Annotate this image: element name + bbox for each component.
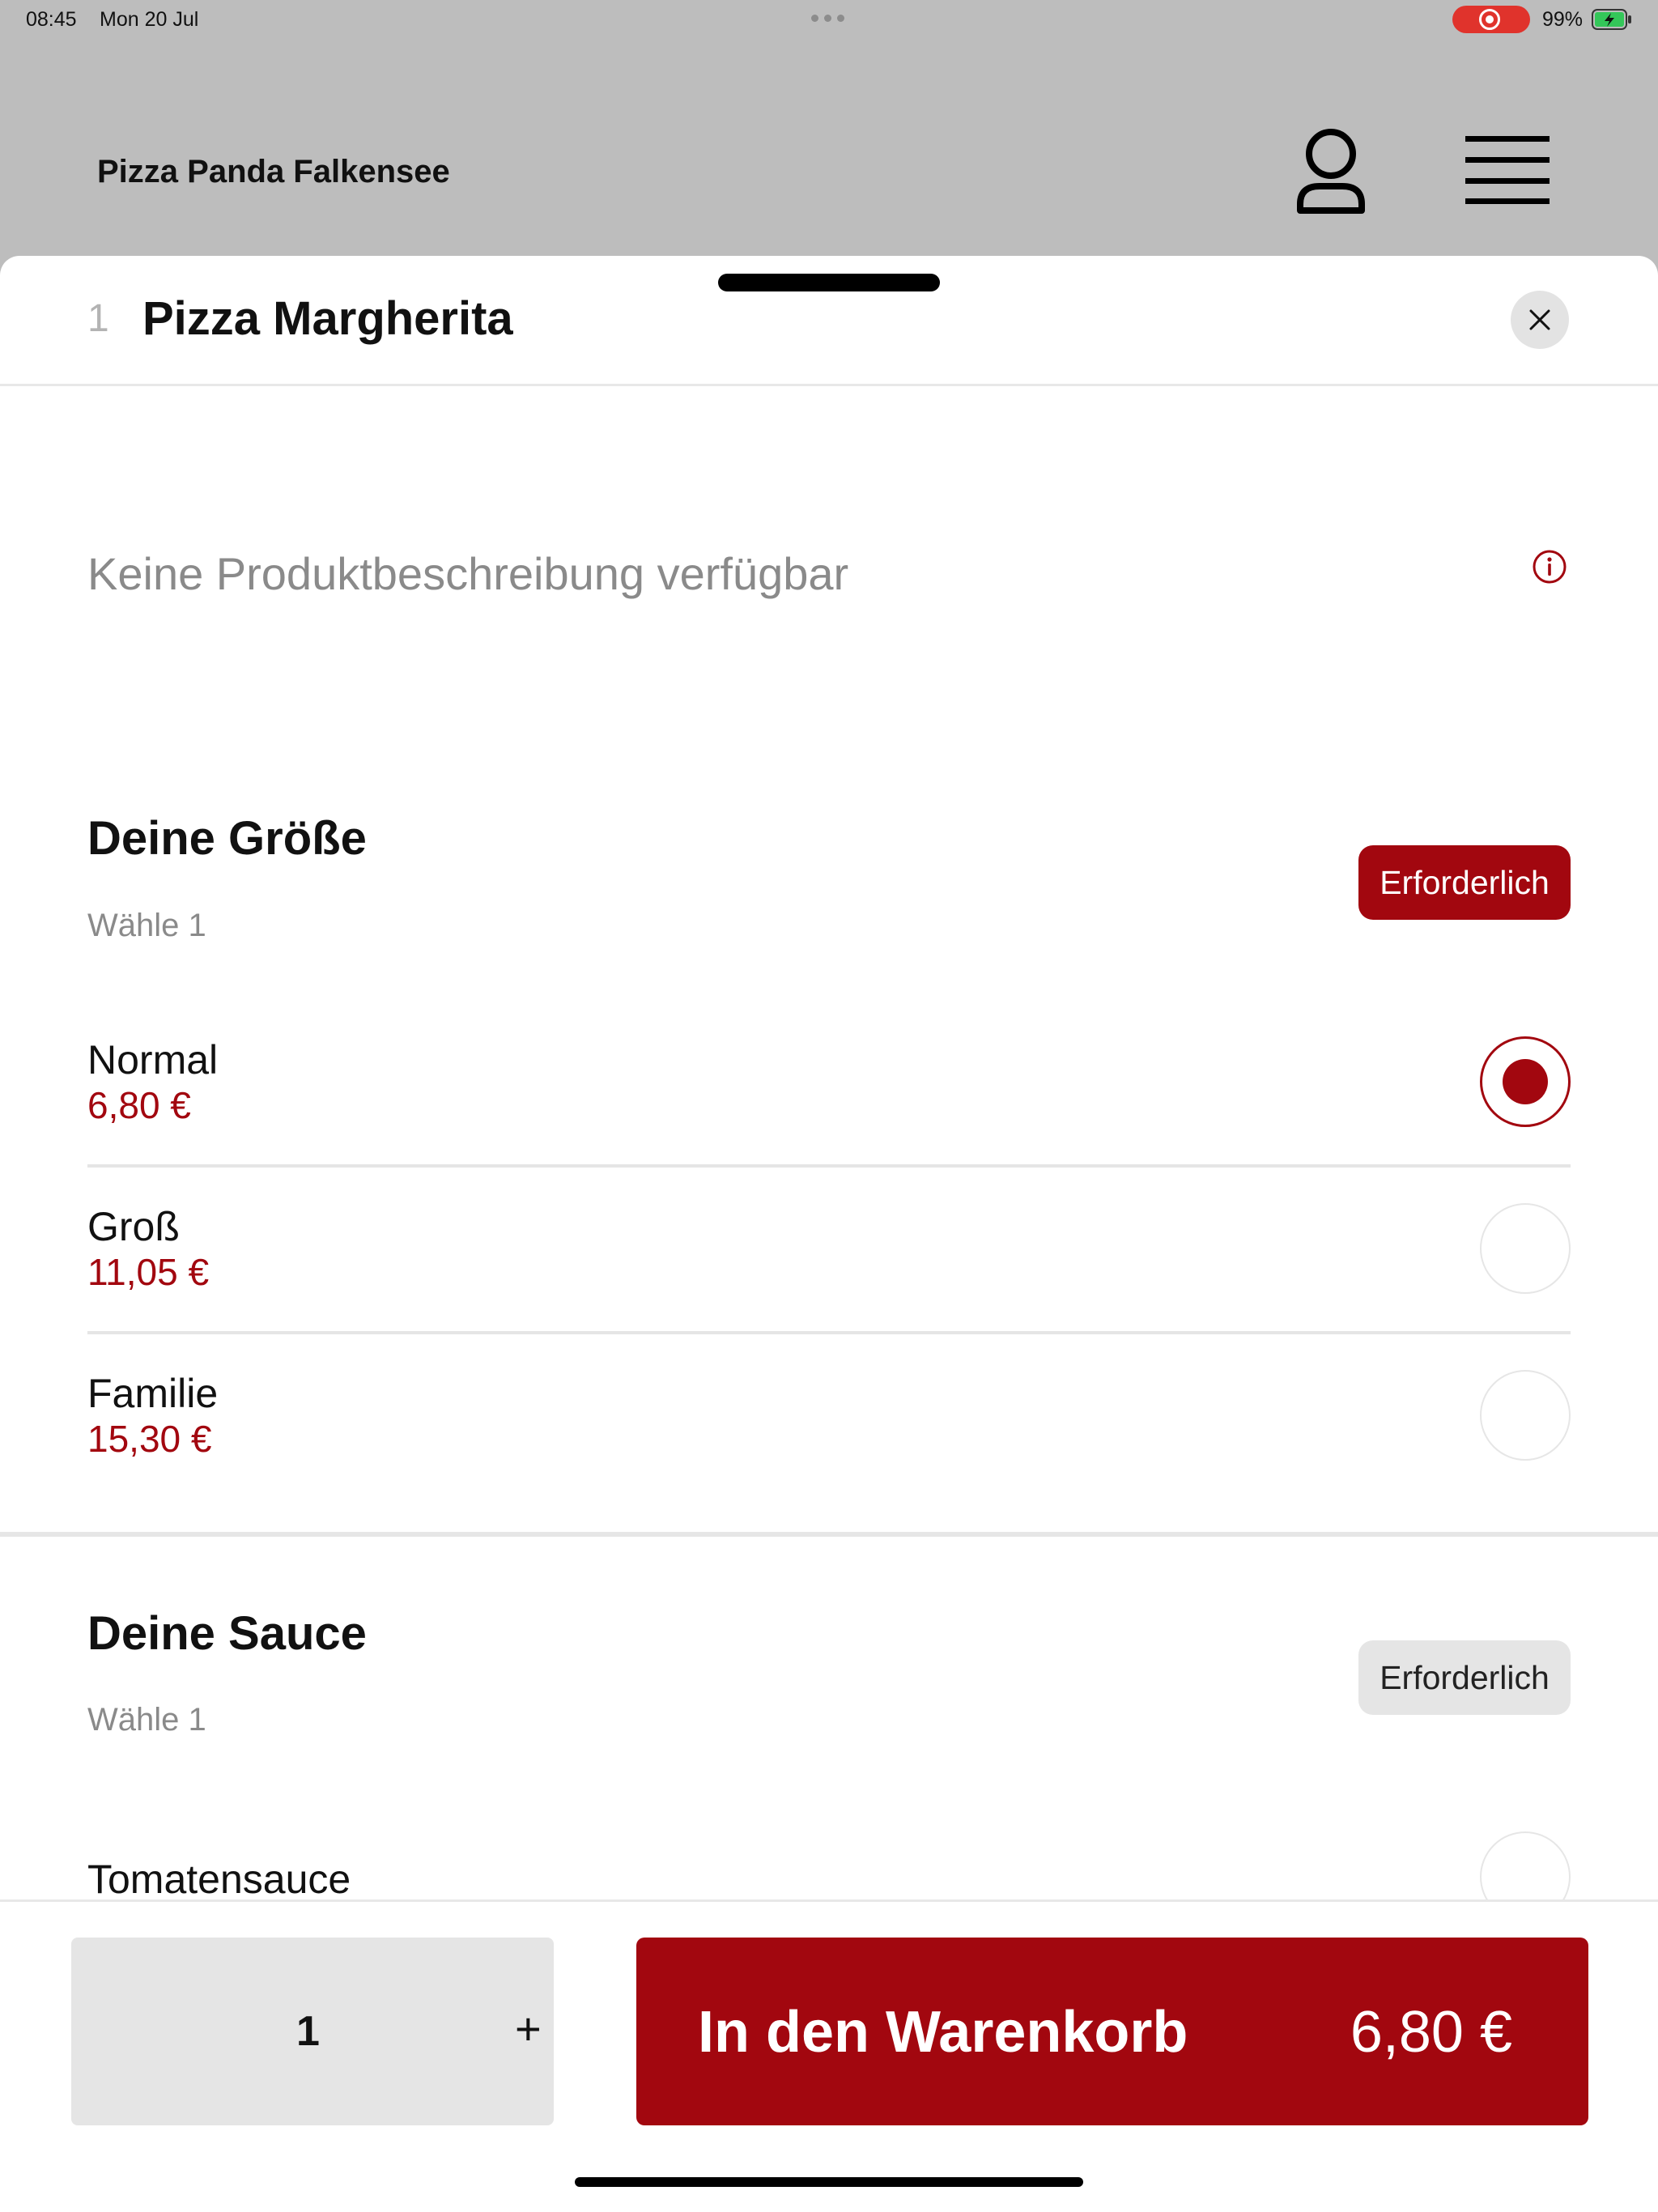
option-name: Familie bbox=[87, 1371, 219, 1416]
status-time: 08:45 bbox=[26, 8, 77, 31]
close-button[interactable] bbox=[1511, 291, 1569, 349]
bottom-bar: 1 + In den Warenkorb 6,80 € bbox=[0, 1899, 1658, 2212]
quantity-stepper: 1 + bbox=[71, 1938, 554, 2125]
record-icon[interactable] bbox=[1452, 6, 1530, 33]
menu-icon[interactable] bbox=[1465, 133, 1550, 207]
option-price: 6,80 € bbox=[87, 1084, 191, 1126]
info-icon[interactable] bbox=[1532, 549, 1567, 585]
multitasking-dots-icon[interactable] bbox=[811, 15, 844, 22]
section-subtitle-sauce: Wähle 1 bbox=[87, 1702, 206, 1738]
product-title: Pizza Margherita bbox=[142, 292, 513, 345]
section-subtitle-size: Wähle 1 bbox=[87, 908, 206, 943]
status-bar: 08:45 Mon 20 Jul 99% bbox=[0, 0, 1658, 39]
status-date: Mon 20 Jul bbox=[100, 8, 199, 31]
required-badge-sauce: Erforderlich bbox=[1358, 1640, 1571, 1715]
add-to-cart-price: 6,80 € bbox=[1350, 2000, 1512, 2065]
product-description: Keine Produktbeschreibung verfügbar bbox=[87, 548, 849, 599]
radio-size-familie[interactable] bbox=[1480, 1370, 1571, 1461]
option-name: Normal bbox=[87, 1037, 219, 1083]
option-name: Tomatensauce bbox=[87, 1857, 351, 1902]
product-number: 1 bbox=[87, 297, 109, 340]
option-price: 11,05 € bbox=[87, 1251, 210, 1293]
add-to-cart-label: In den Warenkorb bbox=[698, 2000, 1188, 2065]
radio-size-gross[interactable] bbox=[1480, 1203, 1571, 1294]
sheet-header-divider bbox=[0, 384, 1658, 386]
battery-icon bbox=[1592, 9, 1631, 30]
section-title-size: Deine Größe bbox=[87, 812, 367, 865]
quantity-plus-button[interactable]: + bbox=[515, 2002, 542, 2055]
option-size-familie[interactable]: Familie 15,30 € bbox=[87, 1370, 1571, 1524]
battery-percent: 99% bbox=[1542, 8, 1584, 31]
product-sheet: 1 Pizza Margherita Keine Produktbeschrei… bbox=[0, 256, 1658, 2212]
section-title-sauce: Deine Sauce bbox=[87, 1607, 367, 1660]
app-root: 08:45 Mon 20 Jul 99% Pizza Panda Falkens… bbox=[0, 0, 1658, 2212]
store-name: Pizza Panda Falkensee bbox=[97, 154, 450, 189]
add-to-cart-button[interactable]: In den Warenkorb 6,80 € bbox=[636, 1938, 1588, 2125]
option-divider bbox=[87, 1331, 1571, 1334]
profile-icon[interactable] bbox=[1290, 126, 1371, 217]
radio-size-normal[interactable] bbox=[1480, 1036, 1571, 1127]
sheet-grabber[interactable] bbox=[718, 274, 940, 291]
quantity-value: 1 bbox=[296, 2008, 320, 2055]
required-badge-size: Erforderlich bbox=[1358, 845, 1571, 920]
section-divider bbox=[0, 1532, 1658, 1537]
option-divider bbox=[87, 1164, 1571, 1168]
option-price: 15,30 € bbox=[87, 1418, 212, 1460]
close-icon bbox=[1529, 309, 1550, 330]
home-indicator bbox=[575, 2177, 1083, 2187]
option-name: Groß bbox=[87, 1204, 180, 1249]
